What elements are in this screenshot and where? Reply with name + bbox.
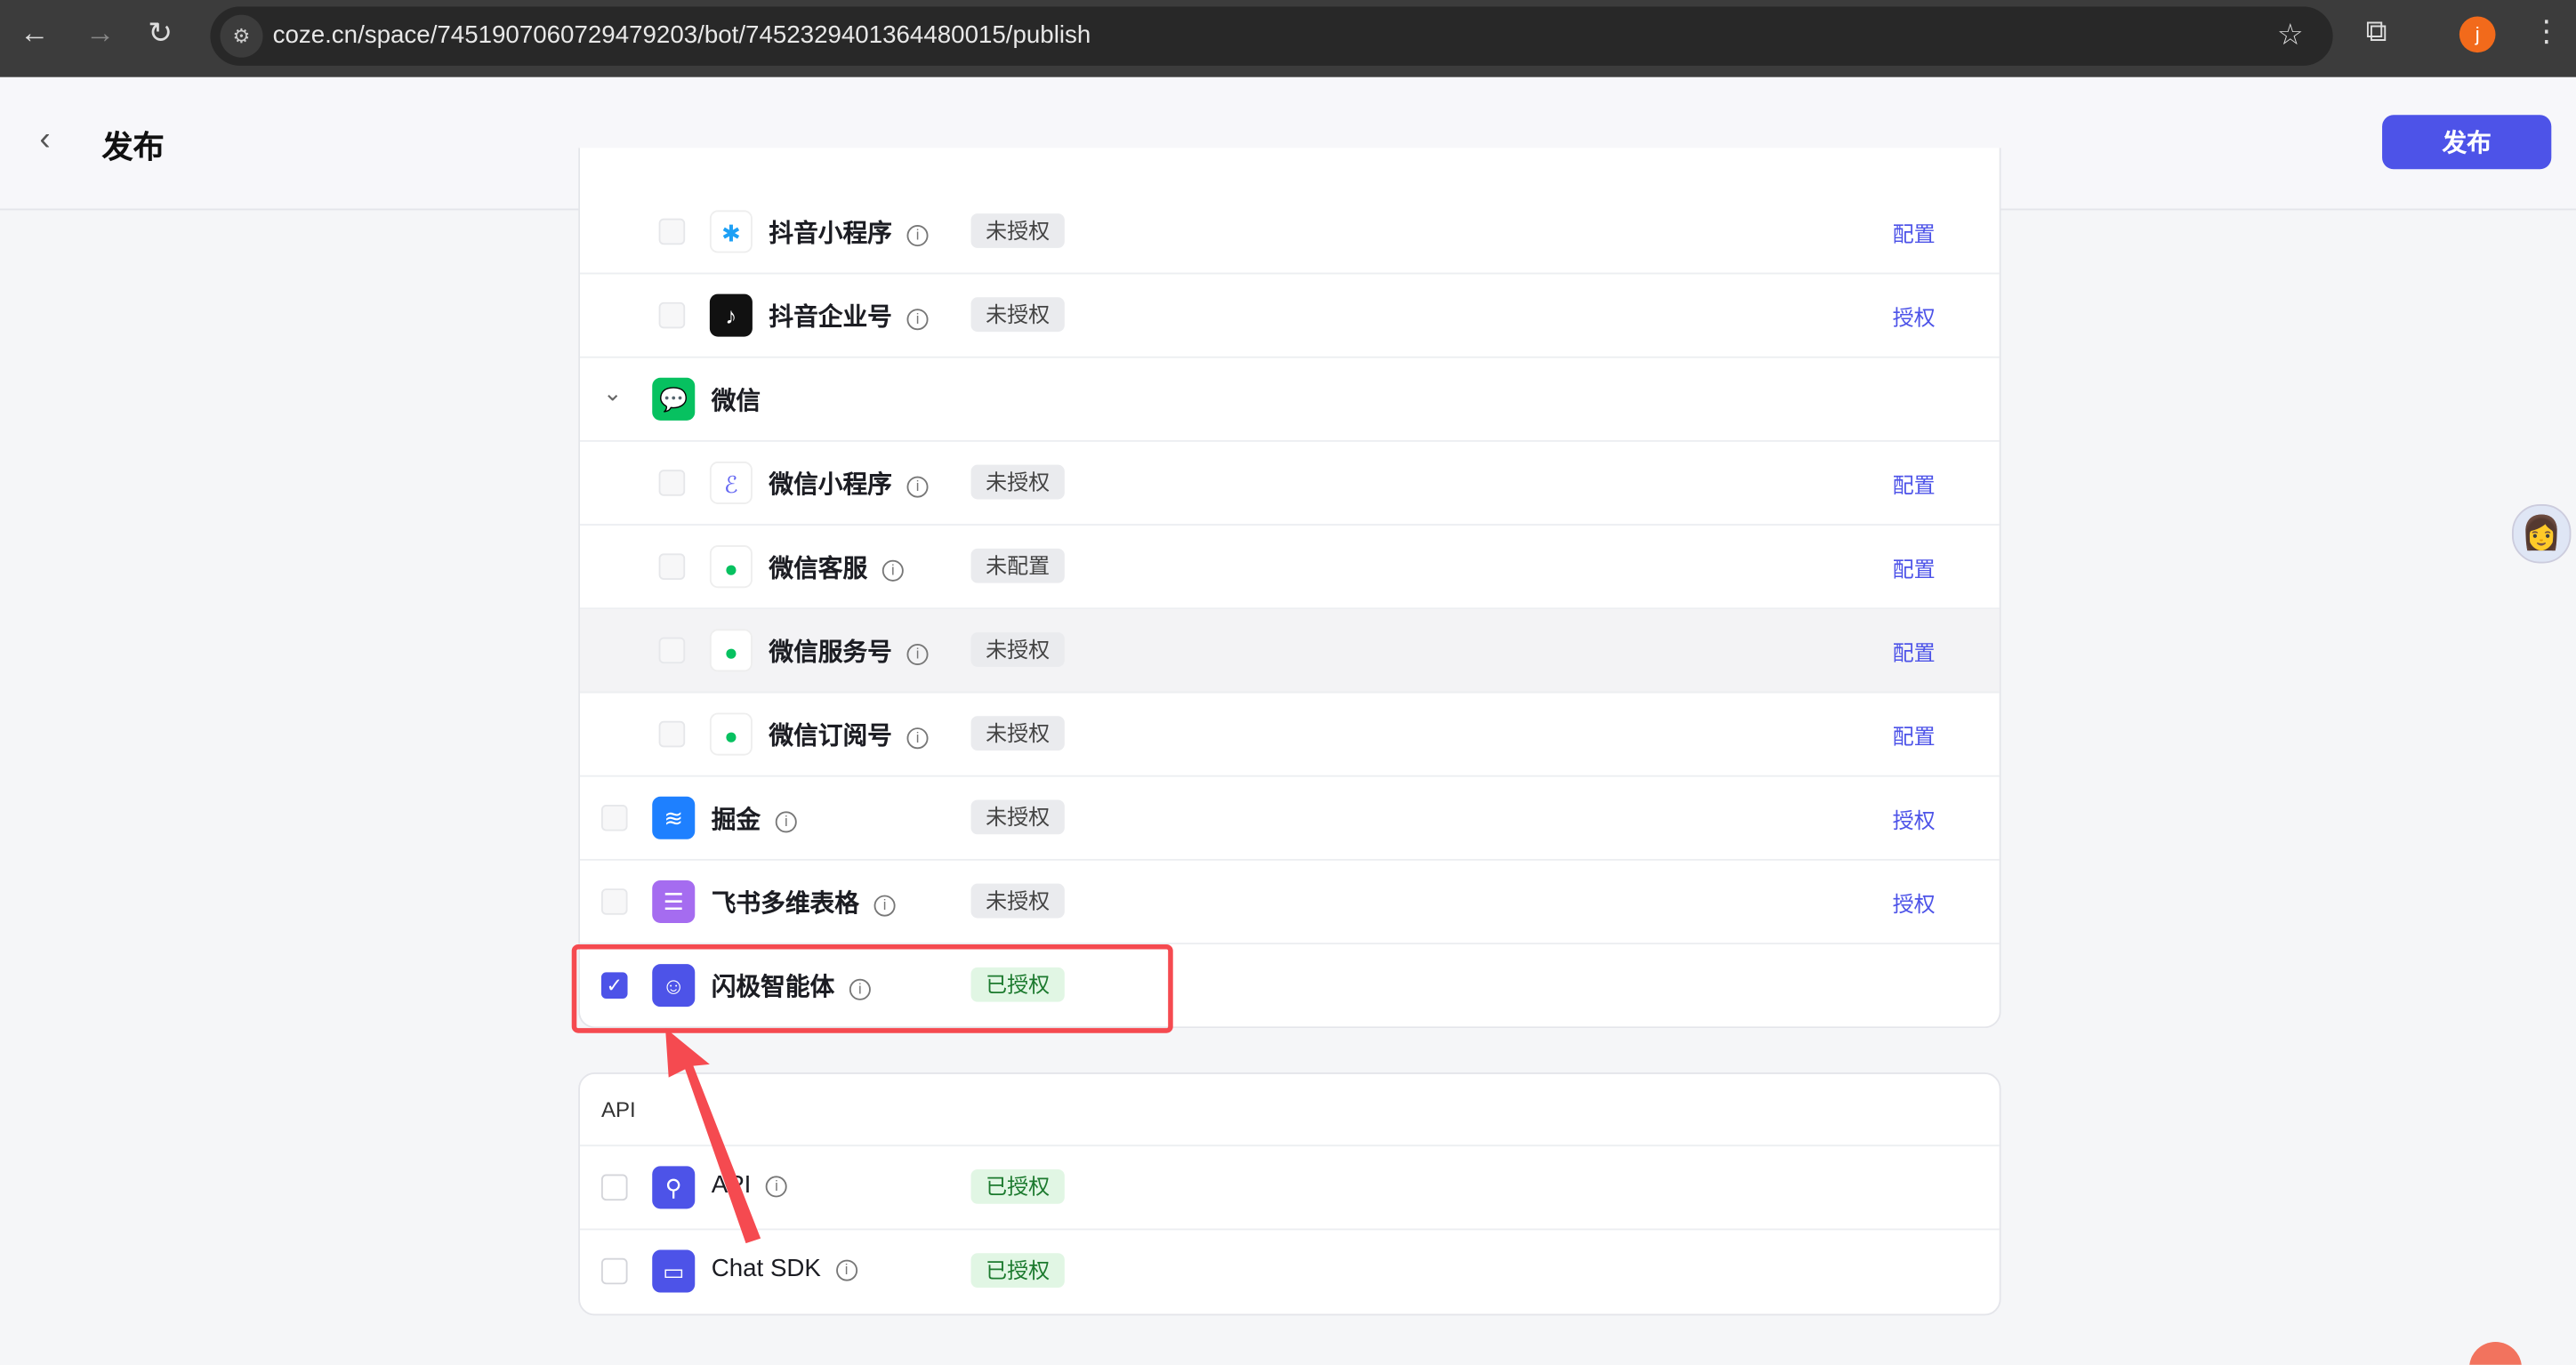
assistant-avatar[interactable]: 👩 [2511, 504, 2572, 564]
annotation-arrow [665, 1028, 761, 1244]
arrow-shape [665, 1028, 761, 1244]
